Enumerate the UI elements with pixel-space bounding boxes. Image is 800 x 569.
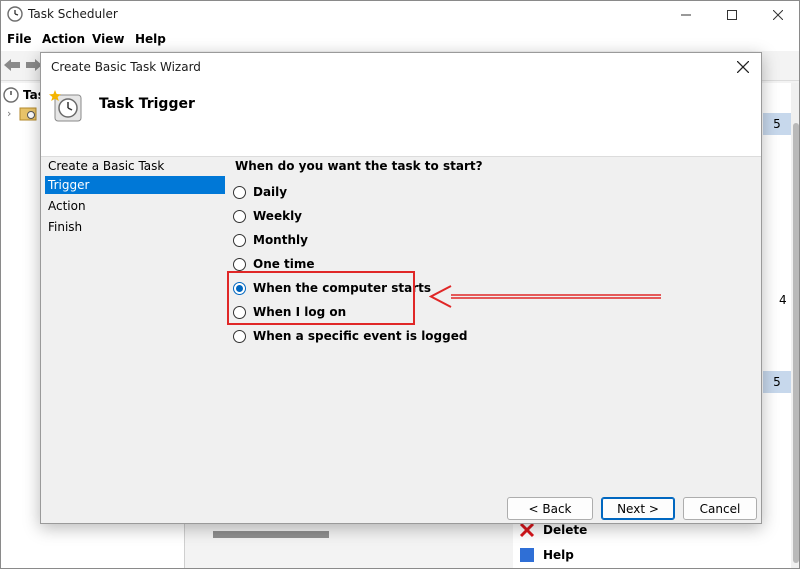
menu-view[interactable]: View (92, 32, 124, 46)
dialog-header: Task Trigger (41, 81, 761, 157)
trigger-question: When do you want the task to start? (235, 159, 483, 173)
option-weekly[interactable]: Weekly (233, 207, 302, 225)
clock-icon (7, 6, 23, 22)
menu-help[interactable]: Help (135, 32, 166, 46)
annotation-arrow-icon (429, 285, 661, 308)
menu-file[interactable]: File (7, 32, 32, 46)
action-delete-label: Delete (543, 523, 588, 537)
app-close-button[interactable] (755, 1, 799, 29)
close-icon (737, 61, 749, 73)
right-value-row-3: 5 (763, 371, 791, 393)
back-button[interactable]: < Back (507, 497, 593, 520)
right-value-row-1: 5 (763, 113, 791, 135)
cancel-button[interactable]: Cancel (683, 497, 757, 520)
radio-button[interactable] (233, 209, 246, 223)
scrollbar-thumb[interactable] (793, 123, 799, 563)
folder-clock-icon (19, 107, 37, 121)
horizontal-scrollbar-thumb[interactable] (213, 531, 329, 538)
option-event-logged[interactable]: When a specific event is logged (233, 327, 467, 345)
option-label: When a specific event is logged (253, 329, 468, 343)
close-icon (773, 10, 783, 20)
maximize-button[interactable] (709, 1, 755, 29)
radio-button[interactable] (233, 329, 246, 343)
action-delete[interactable]: Delete (519, 522, 587, 538)
red-x-icon (519, 522, 535, 538)
annotation-highlight-box (227, 271, 415, 325)
right-value-row-2: 4 (779, 293, 787, 307)
minimize-button[interactable] (663, 1, 709, 29)
option-label: Weekly (253, 209, 303, 223)
clock-icon (3, 87, 19, 103)
dialog-titlebar: Create Basic Task Wizard (41, 53, 761, 81)
maximize-icon (727, 10, 737, 20)
next-button[interactable]: Next > (601, 497, 675, 520)
step-action[interactable]: Action (45, 197, 225, 215)
create-basic-task-dialog: Create Basic Task Wizard Task Trigger Cr… (40, 52, 762, 524)
option-label: Monthly (253, 233, 308, 247)
dialog-close-button[interactable] (731, 55, 755, 79)
dialog-title: Create Basic Task Wizard (51, 60, 201, 74)
help-icon (520, 548, 534, 562)
clock-star-icon (49, 90, 82, 122)
app-titlebar: Task Scheduler (1, 1, 799, 29)
radio-button[interactable] (233, 233, 246, 247)
action-help[interactable]: Help (519, 547, 574, 563)
radio-button[interactable] (233, 185, 246, 199)
vertical-scrollbar[interactable] (791, 83, 799, 568)
menu-action[interactable]: Action (42, 32, 85, 46)
app-title: Task Scheduler (28, 7, 118, 21)
option-label: Daily (253, 185, 288, 199)
tree-expander[interactable]: › (7, 107, 11, 120)
radio-button[interactable] (233, 257, 246, 271)
action-help-label: Help (543, 548, 574, 562)
arrow-left-icon[interactable] (3, 58, 21, 72)
header-title: Task Trigger (99, 96, 195, 112)
option-monthly[interactable]: Monthly (233, 231, 308, 249)
option-daily[interactable]: Daily (233, 183, 287, 201)
step-create-basic-task[interactable]: Create a Basic Task (45, 157, 225, 175)
step-finish[interactable]: Finish (45, 218, 225, 236)
menu-bar: File Action View Help (1, 29, 799, 51)
option-label: One time (253, 257, 315, 271)
step-trigger[interactable]: Trigger (45, 176, 225, 194)
minimize-icon (681, 14, 691, 16)
